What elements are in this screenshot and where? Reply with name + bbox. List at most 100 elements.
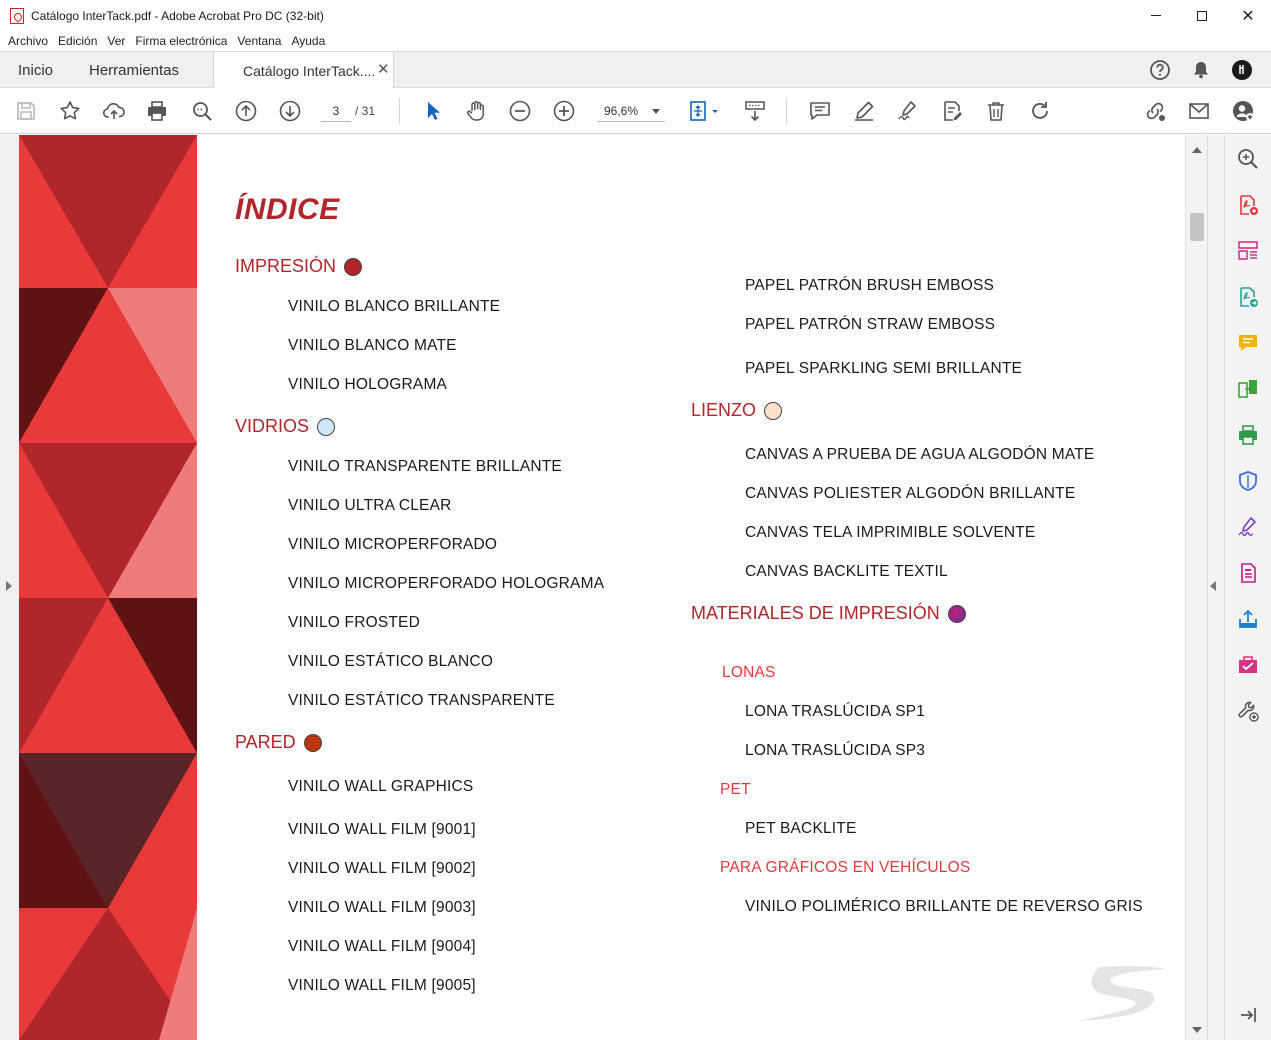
index-item[interactable]: VINILO WALL FILM [9001] xyxy=(288,821,476,839)
index-item[interactable]: VINILO WALL FILM [9005] xyxy=(288,977,476,995)
notifications-bell-icon[interactable] xyxy=(1190,59,1212,81)
search-zoom-icon[interactable] xyxy=(1236,147,1260,171)
close-window-button[interactable]: ✕ xyxy=(1225,0,1271,31)
help-icon[interactable] xyxy=(1149,59,1171,81)
fill-sign-icon[interactable] xyxy=(1236,515,1260,539)
delete-trash-icon[interactable] xyxy=(984,99,1008,123)
index-item[interactable]: CANVAS TELA IMPRIMIBLE SOLVENTE xyxy=(745,524,1035,542)
index-item[interactable]: VINILO WALL FILM [9002] xyxy=(288,860,476,878)
index-item[interactable]: PET BACKLITE xyxy=(745,820,857,838)
index-item[interactable]: CANVAS A PRUEBA DE AGUA ALGODÓN MATE xyxy=(745,446,1094,464)
add-comment-icon[interactable] xyxy=(1236,331,1260,355)
save-icon[interactable] xyxy=(14,99,38,123)
tab-herramientas[interactable]: Herramientas xyxy=(89,62,179,79)
organize-pages-icon[interactable] xyxy=(1236,239,1260,263)
menu-edicion[interactable]: Edición xyxy=(58,34,97,48)
index-item[interactable]: VINILO MICROPERFORADO xyxy=(288,536,497,554)
index-item[interactable]: LONA TRASLÚCIDA SP1 xyxy=(745,703,925,721)
subsection-lonas[interactable]: LONAS xyxy=(722,664,776,682)
combine-files-icon[interactable] xyxy=(1236,377,1260,401)
next-page-icon[interactable] xyxy=(278,99,302,123)
print-production-icon[interactable] xyxy=(1236,423,1260,447)
menu-ayuda[interactable]: Ayuda xyxy=(291,34,325,48)
minimize-button[interactable] xyxy=(1133,0,1179,31)
index-item[interactable]: LONA TRASLÚCIDA SP3 xyxy=(745,742,925,760)
page-number-input[interactable]: 3 xyxy=(321,100,351,122)
maximize-button[interactable] xyxy=(1179,0,1225,31)
menu-archivo[interactable]: Archivo xyxy=(8,34,48,48)
fit-page-icon[interactable] xyxy=(688,99,722,123)
menu-firma-electronica[interactable]: Firma electrónica xyxy=(135,34,227,48)
edit-document-icon[interactable] xyxy=(940,99,964,123)
index-item[interactable]: VINILO ESTÁTICO BLANCO xyxy=(288,653,493,671)
zoom-in-icon[interactable] xyxy=(552,99,576,123)
menu-ver[interactable]: Ver xyxy=(107,34,125,48)
index-item[interactable]: VINILO WALL FILM [9004] xyxy=(288,938,476,956)
sign-icon[interactable] xyxy=(896,99,920,123)
collapse-panel-arrow-icon[interactable] xyxy=(1236,1003,1260,1027)
index-item[interactable]: PAPEL PATRÓN BRUSH EMBOSS xyxy=(745,277,994,295)
section-lienzo-label: LIENZO xyxy=(691,400,757,420)
zoom-out-icon[interactable] xyxy=(508,99,532,123)
tab-close-icon[interactable]: ✕ xyxy=(377,60,390,78)
document-page[interactable]: ÍNDICE IMPRESIÓN VINILO BLANCO BRILLANTE… xyxy=(19,135,1185,1040)
print-icon[interactable] xyxy=(145,99,169,123)
share-link-icon[interactable] xyxy=(1143,99,1167,123)
index-item[interactable]: CANVAS BACKLITE TEXTIL xyxy=(745,563,948,581)
email-icon[interactable] xyxy=(1187,99,1211,123)
section-impresion[interactable]: IMPRESIÓN xyxy=(235,256,363,277)
export-pdf-icon[interactable] xyxy=(1236,285,1260,309)
index-item[interactable]: PAPEL PATRÓN STRAW EMBOSS xyxy=(745,316,995,334)
brand-logo-icon xyxy=(1079,966,1165,1021)
scroll-up-icon[interactable] xyxy=(1192,147,1202,153)
index-item[interactable]: VINILO ESTÁTICO TRANSPARENTE xyxy=(288,692,555,710)
index-item[interactable]: VINILO WALL GRAPHICS xyxy=(288,778,473,796)
section-vidrios[interactable]: VIDRIOS xyxy=(235,416,336,437)
minimize-icon xyxy=(1151,15,1161,16)
vertical-scrollbar[interactable] xyxy=(1185,135,1207,1040)
section-pared[interactable]: PARED xyxy=(235,732,322,753)
select-cursor-icon[interactable] xyxy=(421,99,445,123)
index-item[interactable]: VINILO HOLOGRAMA xyxy=(288,376,447,394)
index-item[interactable]: VINILO TRANSPARENTE BRILLANTE xyxy=(288,458,562,476)
menu-bar: Archivo Edición Ver Firma electrónica Ve… xyxy=(0,31,1271,51)
subsection-vehiculos[interactable]: PARA GRÁFICOS EN VEHÍCULOS xyxy=(720,859,970,877)
redo-rotate-icon[interactable] xyxy=(1028,99,1052,123)
comment-icon[interactable] xyxy=(808,99,832,123)
subsection-pet[interactable]: PET xyxy=(720,781,751,799)
scroll-down-icon[interactable] xyxy=(1192,1027,1202,1033)
index-item[interactable]: VINILO ULTRA CLEAR xyxy=(288,497,452,515)
section-lienzo[interactable]: LIENZO xyxy=(691,400,783,421)
stamp-certificate-icon[interactable] xyxy=(1236,653,1260,677)
index-item[interactable]: VINILO BLANCO BRILLANTE xyxy=(288,298,500,316)
collapse-right-panel-icon[interactable] xyxy=(1210,581,1216,591)
hand-tool-icon[interactable] xyxy=(464,99,488,123)
left-panel-toggle[interactable] xyxy=(0,135,19,1040)
tab-inicio[interactable]: Inicio xyxy=(18,62,53,79)
index-item[interactable]: VINILO WALL FILM [9003] xyxy=(288,899,476,917)
menu-ventana[interactable]: Ventana xyxy=(237,34,281,48)
index-item[interactable]: VINILO POLIMÉRICO BRILLANTE DE REVERSO G… xyxy=(745,898,1143,916)
send-for-signature-icon[interactable] xyxy=(1236,561,1260,585)
highlight-pen-icon[interactable] xyxy=(852,99,876,123)
section-materiales-de-impresion[interactable]: MATERIALES DE IMPRESIÓN xyxy=(691,603,966,624)
user-avatar-icon[interactable] xyxy=(1231,59,1253,81)
share-upload-icon[interactable] xyxy=(1236,607,1260,631)
zoom-level-select[interactable]: 96,6% xyxy=(597,100,665,122)
index-item[interactable]: VINILO MICROPERFORADO HOLOGRAMA xyxy=(288,575,604,593)
bookmark-star-icon[interactable] xyxy=(58,99,82,123)
index-item[interactable]: PAPEL SPARKLING SEMI BRILLANTE xyxy=(745,360,1022,378)
cloud-upload-icon[interactable] xyxy=(102,99,126,123)
index-item[interactable]: VINILO BLANCO MATE xyxy=(288,337,457,355)
protect-shield-icon[interactable] xyxy=(1236,469,1260,493)
more-tools-icon[interactable] xyxy=(1236,699,1260,723)
create-pdf-icon[interactable] xyxy=(1236,193,1260,217)
index-item[interactable]: VINILO FROSTED xyxy=(288,614,420,632)
zoom-search-icon[interactable] xyxy=(190,99,214,123)
add-user-icon[interactable] xyxy=(1231,99,1255,123)
previous-page-icon[interactable] xyxy=(234,99,258,123)
scrollbar-thumb[interactable] xyxy=(1190,213,1204,241)
index-item[interactable]: CANVAS POLIESTER ALGODÓN BRILLANTE xyxy=(745,485,1075,503)
tab-document[interactable]: Catálogo InterTack.... ✕ xyxy=(214,52,394,89)
scroll-mode-icon[interactable] xyxy=(743,99,767,123)
